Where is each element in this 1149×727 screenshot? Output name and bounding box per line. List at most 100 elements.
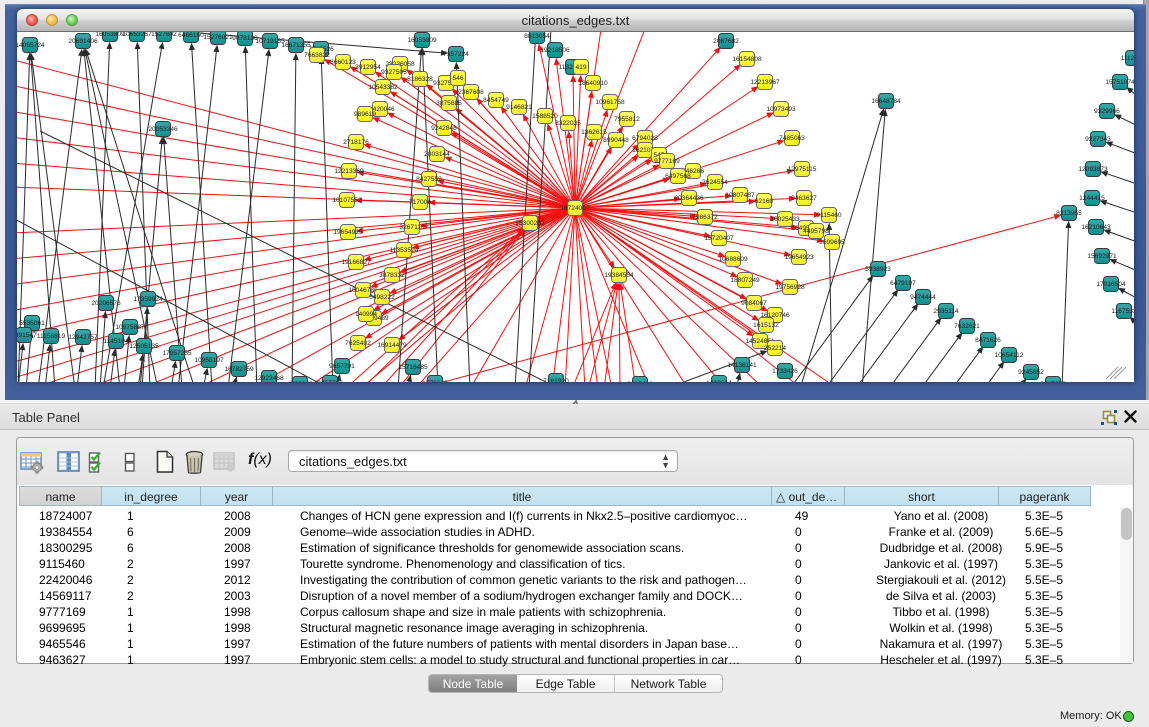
svg-text:9474444: 9474444: [910, 294, 936, 301]
svg-text:8813054: 8813054: [524, 33, 550, 40]
svg-text:9463627: 9463627: [791, 195, 817, 202]
svg-text:1362615: 1362615: [581, 129, 607, 136]
svg-text:1733426: 1733426: [772, 368, 798, 375]
svg-text:17957255: 17957255: [162, 350, 192, 357]
svg-text:10653267: 10653267: [122, 32, 152, 38]
svg-text:8322035: 8322035: [555, 120, 581, 127]
svg-text:62160: 62160: [755, 198, 774, 205]
svg-text:10688609: 10688609: [718, 256, 748, 263]
svg-text:9227343: 9227343: [1085, 136, 1111, 143]
svg-text:1292346: 1292346: [287, 381, 313, 382]
svg-text:10046786: 10046786: [348, 287, 378, 294]
svg-text:10973493: 10973493: [766, 106, 796, 113]
svg-text:12213967: 12213967: [750, 79, 780, 86]
svg-text:717006: 717006: [409, 199, 431, 206]
svg-text:8660123: 8660123: [330, 59, 356, 66]
svg-text:14136141: 14136141: [727, 362, 757, 369]
svg-text:19384554: 19384554: [604, 272, 634, 279]
svg-text:9457790: 9457790: [317, 380, 343, 382]
svg-text:2935114: 2935114: [933, 308, 959, 315]
svg-text:18640910: 18640910: [578, 80, 608, 87]
svg-text:8454749: 8454749: [483, 97, 509, 104]
svg-text:9078138: 9078138: [232, 35, 258, 42]
svg-text:3624554: 3624554: [702, 179, 728, 186]
svg-text:17359924: 17359924: [133, 296, 163, 303]
svg-text:9245652: 9245652: [1018, 369, 1044, 376]
svg-text:9327505: 9327505: [381, 69, 407, 76]
svg-text:2803144: 2803144: [424, 151, 450, 158]
svg-text:10654112: 10654112: [995, 352, 1024, 359]
svg-text:419: 419: [575, 64, 586, 71]
svg-text:15751074: 15751074: [1105, 79, 1134, 86]
svg-text:7485063: 7485063: [779, 135, 805, 142]
svg-text:18807249: 18807249: [730, 277, 760, 284]
svg-text:1413614: 1413614: [706, 380, 732, 382]
svg-text:8471626: 8471626: [975, 337, 1001, 344]
svg-text:7632621: 7632621: [954, 323, 980, 330]
svg-text:16914479: 16914479: [377, 342, 407, 349]
svg-text:12942757: 12942757: [68, 334, 98, 341]
svg-text:15720407: 15720407: [704, 235, 734, 242]
svg-text:2718176: 2718176: [343, 139, 369, 146]
svg-text:6794028: 6794028: [632, 135, 658, 142]
svg-text:19654923: 19654923: [784, 254, 814, 261]
svg-text:20053346: 20053346: [148, 126, 178, 133]
svg-text:9242848: 9242848: [431, 125, 457, 132]
svg-text:7357224: 7357224: [443, 51, 469, 58]
svg-text:252214: 252214: [764, 345, 786, 352]
svg-text:9084067: 9084067: [741, 300, 767, 307]
svg-text:3875685: 3875685: [436, 100, 462, 107]
svg-text:16154808: 16154808: [732, 56, 762, 63]
svg-text:1145194: 1145194: [103, 338, 129, 345]
svg-text:6497568: 6497568: [665, 173, 691, 180]
svg-text:7181920: 7181920: [543, 378, 569, 382]
svg-text:1167533: 1167533: [1111, 308, 1134, 315]
svg-text:19166827: 19166827: [341, 259, 371, 266]
svg-text:7955812: 7955812: [614, 116, 640, 123]
svg-text:16782759: 16782759: [224, 366, 254, 373]
svg-text:9146821: 9146821: [506, 104, 532, 111]
svg-text:11353594: 11353594: [390, 247, 419, 254]
svg-text:989619: 989619: [354, 111, 376, 118]
svg-text:3391547: 3391547: [17, 332, 37, 339]
svg-text:6479197: 6479197: [890, 280, 916, 287]
svg-text:3878332: 3878332: [379, 272, 405, 279]
svg-text:20206576: 20206576: [91, 300, 121, 307]
svg-text:10543382: 10543382: [368, 84, 398, 91]
svg-text:1571648: 1571648: [422, 380, 448, 382]
svg-text:7986372: 7986372: [692, 214, 718, 221]
svg-text:8186328: 8186328: [407, 76, 433, 83]
svg-text:10807487: 10807487: [725, 192, 755, 199]
svg-text:10961758: 10961758: [595, 99, 625, 106]
svg-text:5498222: 5498222: [369, 294, 395, 301]
svg-text:1588520: 1588520: [532, 113, 558, 120]
svg-text:11156819: 11156819: [37, 333, 66, 340]
svg-text:10958197: 10958197: [194, 357, 224, 364]
svg-text:9329966: 9329966: [1094, 108, 1120, 115]
svg-text:10975887: 10975887: [115, 324, 145, 331]
svg-text:20364436: 20364436: [674, 195, 704, 202]
svg-text:5535061: 5535061: [19, 320, 45, 327]
svg-text:9115460: 9115460: [816, 212, 842, 219]
svg-text:12923468: 12923468: [254, 375, 284, 382]
svg-text:15692971: 15692971: [1087, 253, 1117, 260]
svg-text:12213369: 12213369: [334, 168, 364, 175]
svg-text:9699695: 9699695: [819, 239, 845, 246]
svg-text:9316482: 9316482: [627, 381, 653, 382]
svg-text:20691406: 20691406: [68, 38, 98, 45]
svg-text:10107552: 10107552: [332, 197, 362, 204]
svg-text:7663822: 7663822: [304, 52, 330, 59]
svg-text:12093873: 12093873: [1078, 166, 1108, 173]
svg-text:1112753: 1112753: [1121, 55, 1134, 62]
svg-text:8245652: 8245652: [1040, 381, 1066, 382]
svg-text:546: 546: [452, 75, 463, 82]
svg-text:3267110: 3267110: [399, 224, 425, 231]
svg-text:8990448: 8990448: [603, 137, 629, 144]
svg-text:7625402: 7625402: [345, 340, 371, 347]
svg-text:14055724: 14055724: [17, 42, 45, 49]
svg-text:140994: 140994: [355, 311, 377, 318]
svg-text:16671355: 16671355: [281, 42, 311, 49]
svg-text:8427552: 8427552: [416, 176, 442, 183]
svg-text:1244415: 1244415: [1079, 195, 1105, 202]
svg-text:2367608: 2367608: [458, 89, 484, 96]
